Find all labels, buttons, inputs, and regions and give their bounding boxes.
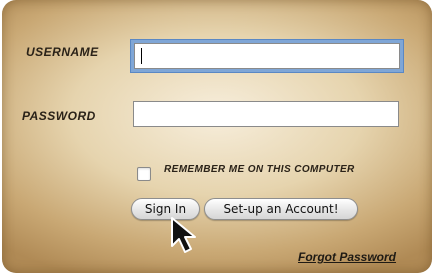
setup-account-button[interactable]: Set-up an Account! (204, 198, 358, 220)
text-caret (141, 48, 142, 64)
forgot-password-link[interactable]: Forgot Password (298, 250, 396, 264)
arrow-cursor-icon (171, 217, 196, 253)
remember-me-checkbox[interactable] (137, 167, 151, 181)
password-label: PASSWORD (22, 109, 96, 123)
remember-me-label[interactable]: REMEMBER ME ON THIS COMPUTER (164, 164, 355, 175)
username-field[interactable] (134, 43, 400, 69)
login-panel: USERNAME PASSWORD REMEMBER ME ON THIS CO… (2, 0, 432, 273)
password-field[interactable] (133, 101, 399, 127)
username-label: USERNAME (26, 45, 99, 59)
